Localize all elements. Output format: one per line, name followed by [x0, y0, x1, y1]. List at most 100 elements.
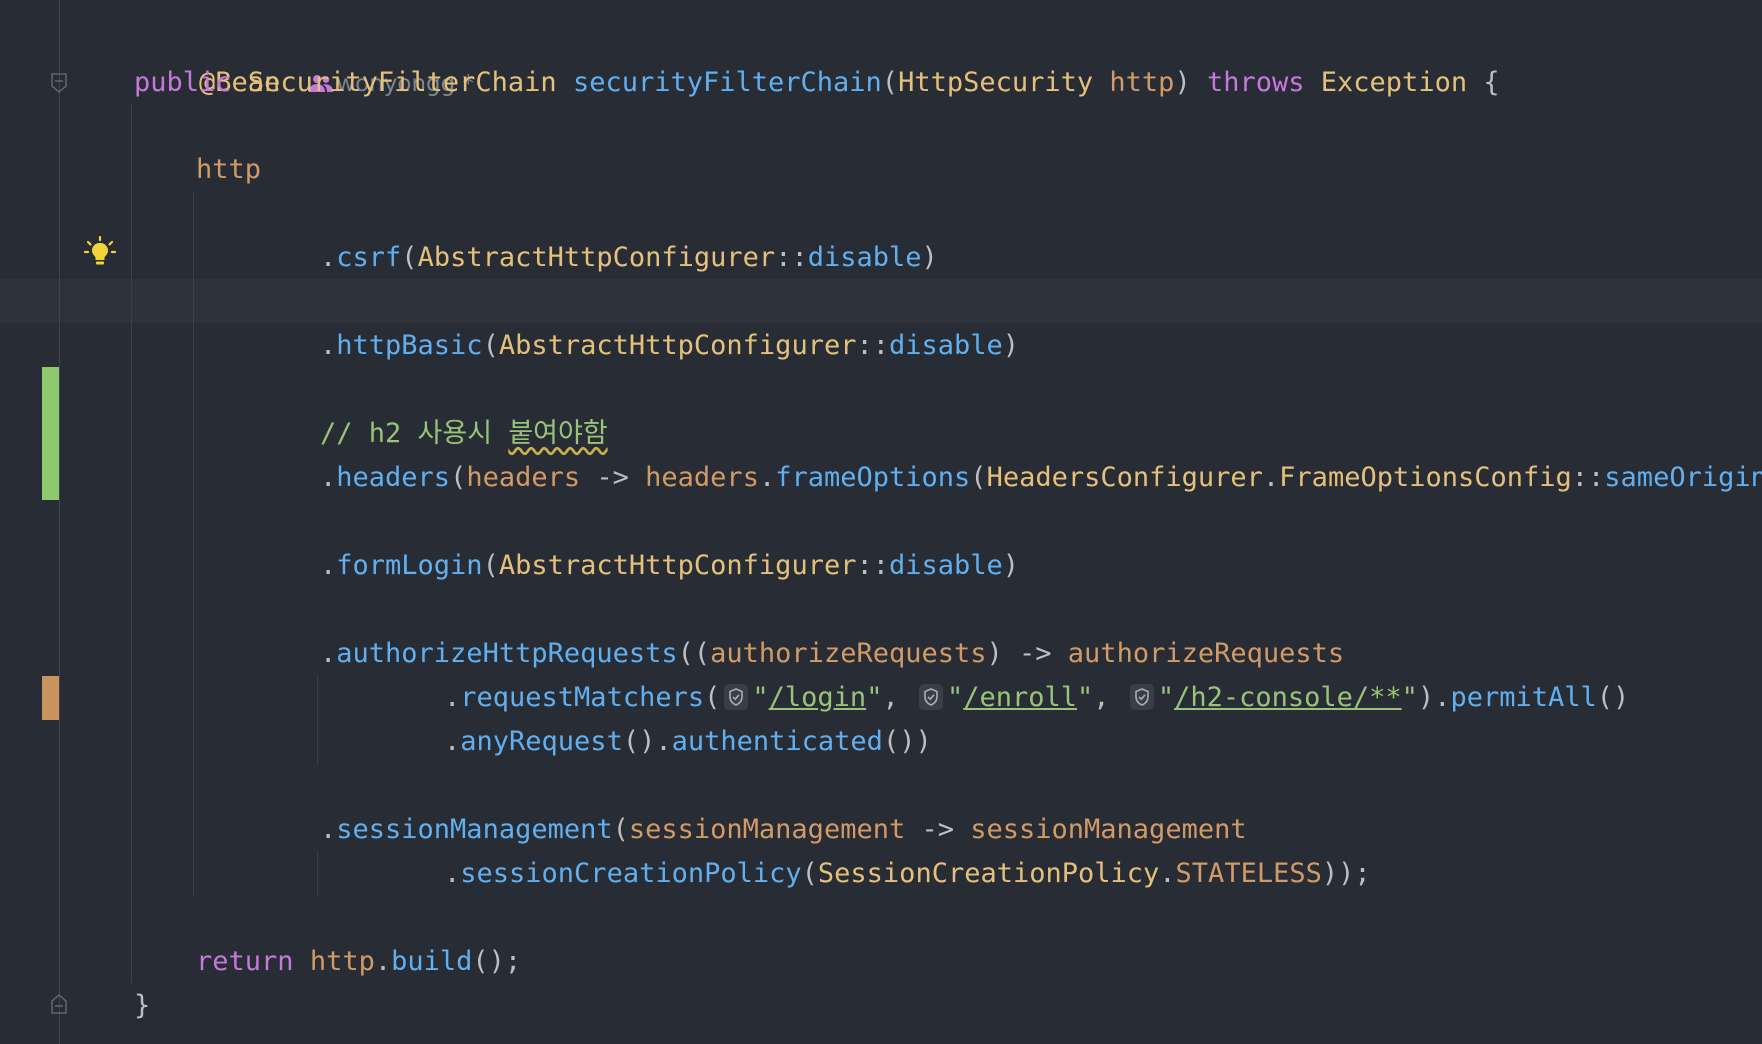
- code-token: headers: [645, 462, 759, 493]
- code-token: {: [1483, 67, 1500, 98]
- session-policy-line: .sessionCreationPolicy(SessionCreationPo…: [444, 852, 1371, 896]
- any-request-line: .anyRequest().authenticated()): [444, 720, 932, 764]
- code-token: ): [921, 242, 938, 273]
- code-token: requestMatchers: [460, 682, 705, 713]
- spelling-warning[interactable]: 붙여야함: [508, 418, 607, 449]
- code-token: sameOrigin: [1604, 462, 1762, 493]
- code-token: ,: [1093, 682, 1126, 713]
- code-token: ": [946, 682, 964, 713]
- code-token: securityFilterChain: [572, 67, 882, 98]
- code-token: HttpSecurity: [898, 67, 1094, 98]
- code-token: ));: [1321, 858, 1371, 889]
- code-token: authorizeRequests: [1067, 638, 1345, 669]
- code-token: formLogin: [336, 550, 483, 581]
- code-token: authorizeRequests: [710, 638, 987, 669]
- form-login-line: .formLogin(AbstractHttpConfigurer::disab…: [320, 544, 1019, 588]
- code-token: .: [758, 462, 776, 493]
- authorize-line: .authorizeHttpRequests((authorizeRequest…: [320, 632, 1344, 676]
- code-token: ::: [856, 330, 889, 361]
- code-token: ,: [882, 682, 915, 713]
- code-token: .: [1262, 462, 1280, 493]
- shield-icon[interactable]: [724, 684, 749, 710]
- indent-guide: [131, 103, 132, 983]
- code-token: sessionManagement: [628, 814, 906, 845]
- code-token: ((: [677, 638, 711, 669]
- code-token: anyRequest: [460, 726, 623, 757]
- code-token: SessionCreationPolicy: [817, 858, 1160, 889]
- code-token: (: [401, 242, 418, 273]
- code-comment: // h2 사용시 붙여야함: [320, 412, 608, 456]
- code-token: (: [482, 330, 499, 361]
- code-token: .: [1434, 682, 1451, 713]
- code-token: sessionCreationPolicy: [460, 858, 802, 889]
- url-h2-console[interactable]: /h2-console/**: [1174, 682, 1402, 713]
- modified-line-marker[interactable]: [42, 676, 59, 720]
- code-editor[interactable]: @Bean wonyongg * public SecurityFilterCha…: [0, 0, 1762, 1044]
- code-token: http: [1109, 67, 1175, 98]
- code-token: SecurityFilterChain: [247, 67, 557, 98]
- method-signature: public SecurityFilterChain securityFilte…: [134, 61, 1500, 105]
- headers-line: .headers(headers -> headers.frameOptions…: [320, 456, 1762, 500]
- gutter-separator: [59, 0, 60, 1044]
- shield-icon[interactable]: [1129, 684, 1154, 710]
- shield-icon[interactable]: [918, 684, 943, 710]
- code-token: ()): [882, 726, 932, 757]
- url-login[interactable]: /login: [769, 682, 867, 713]
- code-token: ": [1401, 682, 1418, 713]
- added-lines-marker[interactable]: [42, 367, 59, 500]
- code-token: authenticated: [671, 726, 883, 757]
- lightbulb-icon[interactable]: [84, 236, 116, 268]
- url-enroll[interactable]: /enroll: [963, 682, 1077, 713]
- code-token: (: [881, 67, 899, 98]
- code-token: disable: [888, 550, 1003, 581]
- code-token: FrameOptionsConfig: [1279, 462, 1572, 493]
- code-token: ": [752, 682, 769, 713]
- code-token: ::: [1571, 462, 1605, 493]
- fold-end-icon[interactable]: [50, 993, 68, 1015]
- code-token: build: [391, 946, 473, 977]
- code-token: ::: [775, 242, 808, 273]
- code-token: http: [309, 946, 375, 977]
- code-token: .: [320, 462, 337, 493]
- code-token: frameOptions: [775, 462, 971, 493]
- code-token: sessionManagement: [336, 814, 613, 845]
- code-token: permitAll: [1450, 682, 1597, 713]
- code-token: Exception: [1320, 67, 1468, 98]
- indent-guide: [317, 676, 318, 764]
- closing-brace: }: [134, 984, 150, 1028]
- code-token: AbstractHttpConfigurer: [498, 550, 857, 581]
- code-token: (: [450, 462, 467, 493]
- code-token: ::: [856, 550, 889, 581]
- code-token: headers: [466, 462, 581, 493]
- code-token: sessionManagement: [970, 814, 1247, 845]
- annotation-line: @Bean wonyongg *: [134, 17, 474, 98]
- code-token: .: [374, 946, 392, 977]
- code-token: ): [986, 638, 1003, 669]
- http-basic-line: .httpBasic(AbstractHttpConfigurer::disab…: [320, 324, 1019, 368]
- code-token: httpBasic: [336, 330, 483, 361]
- code-token: (): [1596, 682, 1630, 713]
- code-token: throws: [1206, 67, 1305, 98]
- code-token: .: [444, 726, 461, 757]
- code-token: headers: [336, 462, 451, 493]
- code-token: HeadersConfigurer: [986, 462, 1263, 493]
- code-token: .: [320, 814, 337, 845]
- code-token: (: [482, 550, 499, 581]
- code-token: ->: [905, 814, 971, 845]
- code-token: return: [196, 946, 294, 977]
- fold-start-icon[interactable]: [50, 72, 68, 94]
- return-line: return http.build();: [196, 940, 521, 984]
- session-management-line: .sessionManagement(sessionManagement -> …: [320, 808, 1247, 852]
- code-token: // h2 사용시: [320, 418, 509, 449]
- code-token: }: [134, 990, 151, 1021]
- code-token: .: [320, 550, 337, 581]
- code-token: public: [134, 67, 232, 98]
- code-token: (): [622, 726, 656, 757]
- code-token: (: [704, 682, 721, 713]
- csrf-line: .csrf(AbstractHttpConfigurer::disable): [320, 236, 938, 280]
- code-token: .: [444, 682, 461, 713]
- code-token: ): [1002, 550, 1020, 581]
- code-token: http: [196, 154, 262, 185]
- indent-guide: [193, 192, 194, 896]
- code-token: ->: [580, 462, 646, 493]
